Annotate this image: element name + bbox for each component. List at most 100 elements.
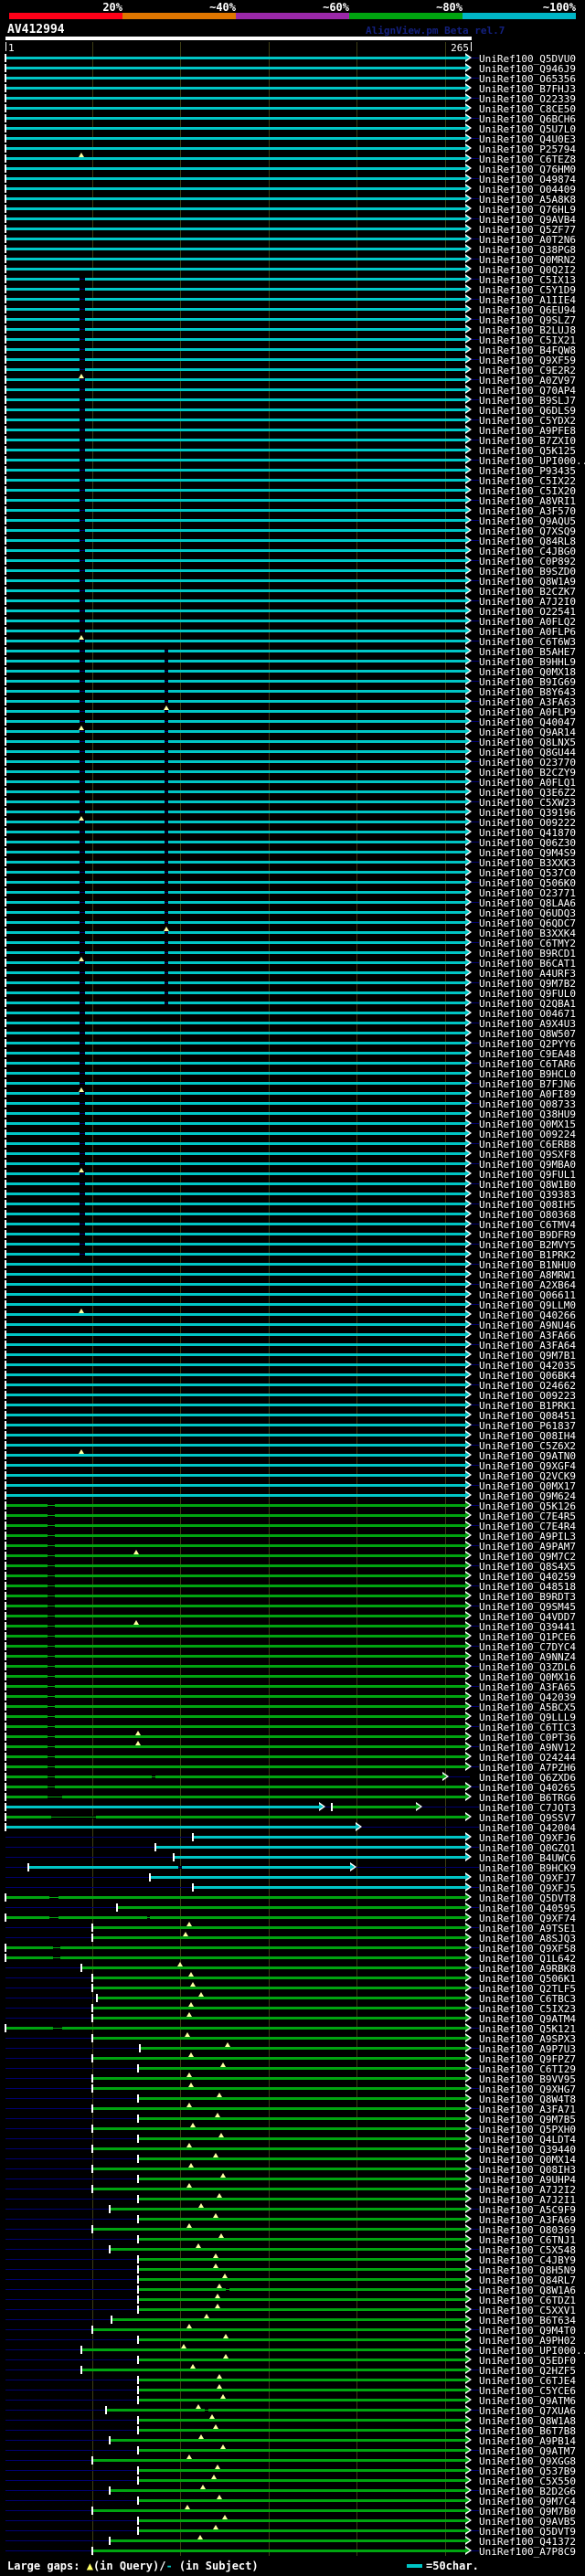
hit-bar[interactable] xyxy=(109,2489,467,2492)
hit-bar[interactable] xyxy=(91,2087,467,2090)
hit-label[interactable]: UniRef100_Q9LLL9 xyxy=(479,1712,576,1723)
hit-bar[interactable] xyxy=(5,1002,467,1004)
hit-label[interactable]: UniRef100_B9SLJ7 xyxy=(479,395,576,407)
hit-label[interactable]: UniRef100_Q2PYY6 xyxy=(479,1038,576,1050)
hit-bar[interactable] xyxy=(5,589,467,592)
hit-label[interactable]: UniRef100_C5IX13 xyxy=(479,274,576,286)
hit-label[interactable]: UniRef100_Q0Q2I2 xyxy=(479,264,576,276)
hit-label[interactable]: UniRef100_Q40047 xyxy=(479,716,576,728)
hit-label[interactable]: UniRef100_A3FA63 xyxy=(479,696,576,708)
hit-label[interactable]: UniRef100_Q8W507 xyxy=(479,1028,576,1040)
hit-label[interactable]: UniRef100_C5Z6X2 xyxy=(479,1440,576,1452)
hit-label[interactable]: UniRef100_C4JBY9 xyxy=(479,2254,576,2266)
hit-bar[interactable] xyxy=(116,1906,467,1909)
hit-label[interactable]: UniRef100_Q8S4X5 xyxy=(479,1561,576,1573)
hit-label[interactable]: UniRef100_Q08733 xyxy=(479,1098,576,1110)
hit-label[interactable]: UniRef100_Q9XHG7 xyxy=(479,2083,576,2095)
hit-label[interactable]: UniRef100_Q2HZF5 xyxy=(479,2365,576,2377)
hit-label[interactable]: UniRef100_Q9M7B0 xyxy=(479,2506,576,2518)
hit-bar[interactable] xyxy=(5,1464,467,1467)
hit-bar[interactable] xyxy=(5,1333,467,1336)
hit-label[interactable]: UniRef100_Q5K126 xyxy=(479,1500,576,1512)
hit-label[interactable]: UniRef100_B6T7B8 xyxy=(479,2425,576,2437)
hit-bar[interactable] xyxy=(5,941,467,944)
hit-label[interactable]: UniRef100_A7J2I2 xyxy=(479,2184,576,2196)
hit-bar[interactable] xyxy=(5,991,467,994)
hit-bar[interactable] xyxy=(5,509,467,512)
hit-label[interactable]: UniRef100_B2CZY9 xyxy=(479,767,576,779)
hit-label[interactable]: UniRef100_A7J2I1 xyxy=(479,2194,576,2206)
hit-label[interactable]: UniRef100_A9NV12 xyxy=(479,1742,576,1754)
hit-bar[interactable] xyxy=(5,630,467,632)
hit-bar[interactable] xyxy=(91,2037,467,2040)
hit-label[interactable]: UniRef100_Q9XGF4 xyxy=(479,1460,576,1472)
hit-label[interactable]: UniRef100_Q9AVB4 xyxy=(479,214,576,226)
hit-bar[interactable] xyxy=(137,2288,467,2291)
hit-label[interactable]: UniRef100_C5YDX2 xyxy=(479,415,576,427)
hit-label[interactable]: UniRef100_B1PRK2 xyxy=(479,1249,576,1261)
hit-label[interactable]: UniRef100_Q9XGG8 xyxy=(479,2455,576,2467)
hit-bar[interactable] xyxy=(5,529,467,532)
hit-label[interactable]: UniRef100_C5YCE6 xyxy=(479,2385,576,2397)
hit-bar[interactable] xyxy=(139,2047,467,2050)
hit-bar[interactable] xyxy=(5,107,467,110)
hit-label[interactable]: UniRef100_Q8LNX5 xyxy=(479,737,576,748)
hit-label[interactable]: UniRef100_Q6UDQ3 xyxy=(479,907,576,919)
hit-bar[interactable] xyxy=(5,1956,467,1959)
hit-bar[interactable] xyxy=(5,1755,467,1758)
hit-bar[interactable] xyxy=(91,2549,467,2552)
hit-bar[interactable] xyxy=(5,569,467,572)
hit-bar[interactable] xyxy=(5,881,467,884)
hit-label[interactable]: UniRef100_A3FA71 xyxy=(479,2104,576,2115)
hit-bar[interactable] xyxy=(5,1786,467,1788)
hit-label[interactable]: UniRef100_Q8W1B0 xyxy=(479,1179,576,1191)
hit-label[interactable]: UniRef100_O04409 xyxy=(479,184,576,196)
hit-bar[interactable] xyxy=(137,2198,467,2200)
hit-bar[interactable] xyxy=(91,2017,467,2019)
hit-bar[interactable] xyxy=(5,1243,467,1246)
hit-label[interactable]: UniRef100_Q40266 xyxy=(479,1309,576,1321)
hit-bar[interactable] xyxy=(5,961,467,964)
hit-bar[interactable] xyxy=(5,599,467,602)
hit-bar[interactable] xyxy=(137,2338,467,2341)
hit-bar[interactable] xyxy=(5,1112,467,1115)
hit-bar[interactable] xyxy=(91,1977,467,1979)
hit-bar[interactable] xyxy=(5,499,467,502)
hit-bar[interactable] xyxy=(137,2178,467,2180)
hit-bar[interactable] xyxy=(5,1424,467,1426)
hit-label[interactable]: UniRef100_Q9XFJ5 xyxy=(479,1882,576,1894)
hit-label[interactable]: UniRef100_Q506K0 xyxy=(479,877,576,889)
hit-bar[interactable] xyxy=(81,1966,467,1969)
hit-label[interactable]: UniRef100_Q39383 xyxy=(479,1189,576,1201)
hit-bar[interactable] xyxy=(5,1132,467,1135)
hit-bar[interactable] xyxy=(5,489,467,492)
hit-label[interactable]: UniRef100_B3XXK3 xyxy=(479,857,576,869)
hit-bar[interactable] xyxy=(5,197,467,200)
hit-bar[interactable] xyxy=(5,1544,467,1547)
hit-label[interactable]: UniRef100_A9NNZ4 xyxy=(479,1651,576,1663)
hit-label[interactable]: UniRef100_P25794 xyxy=(479,143,576,155)
hit-bar[interactable] xyxy=(5,610,467,612)
hit-bar[interactable] xyxy=(5,680,467,683)
hit-label[interactable]: UniRef100_O23770 xyxy=(479,757,576,769)
hit-bar[interactable] xyxy=(5,1172,467,1175)
hit-bar[interactable] xyxy=(5,1082,467,1085)
hit-bar[interactable] xyxy=(5,228,467,230)
hit-bar[interactable] xyxy=(5,1665,467,1668)
hit-bar[interactable] xyxy=(5,1574,467,1577)
hit-label[interactable]: UniRef100_Q6EU94 xyxy=(479,304,576,316)
hit-bar[interactable] xyxy=(5,760,467,763)
hit-bar[interactable] xyxy=(91,1936,467,1939)
hit-label[interactable]: UniRef100_Q39440 xyxy=(479,2144,576,2156)
hit-label[interactable]: UniRef100_C6TDZ1 xyxy=(479,2295,576,2306)
hit-bar[interactable] xyxy=(5,1363,467,1366)
hit-label[interactable]: UniRef100_A7J2I0 xyxy=(479,596,576,608)
hit-bar[interactable] xyxy=(192,1836,467,1839)
hit-label[interactable]: UniRef100_C6TMY2 xyxy=(479,938,576,949)
hit-bar[interactable] xyxy=(5,97,467,100)
hit-bar[interactable] xyxy=(5,1062,467,1065)
hit-label[interactable]: UniRef100_C6TIC3 xyxy=(479,1722,576,1733)
hit-bar[interactable] xyxy=(5,77,467,80)
hit-label[interactable]: UniRef100_A7PZH6 xyxy=(479,1762,576,1774)
hit-bar[interactable] xyxy=(5,1263,467,1266)
